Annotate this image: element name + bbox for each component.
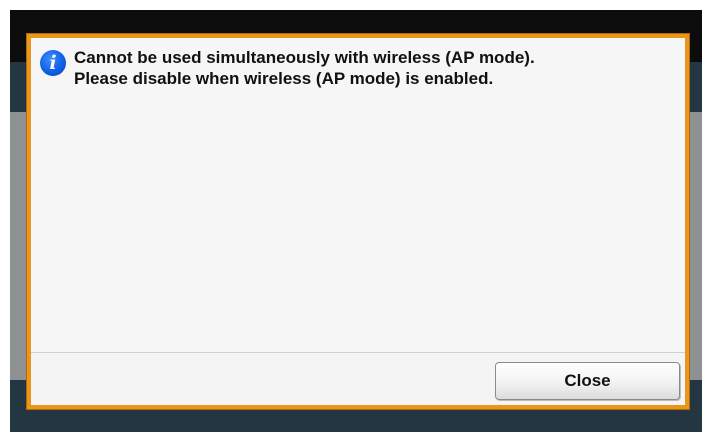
dialog-message-line-1: Cannot be used simultaneously with wirel… [74,48,535,67]
device-screen: i Cannot be used simultaneously with wir… [10,10,702,432]
info-icon: i [40,50,66,76]
dialog-message: Cannot be used simultaneously with wirel… [74,47,674,89]
message-dialog: i Cannot be used simultaneously with wir… [27,34,689,409]
dialog-footer: Close [31,353,685,405]
close-button[interactable]: Close [495,362,680,400]
dialog-message-line-2: Please disable when wireless (AP mode) i… [74,69,494,88]
dialog-body: i Cannot be used simultaneously with wir… [31,38,685,405]
